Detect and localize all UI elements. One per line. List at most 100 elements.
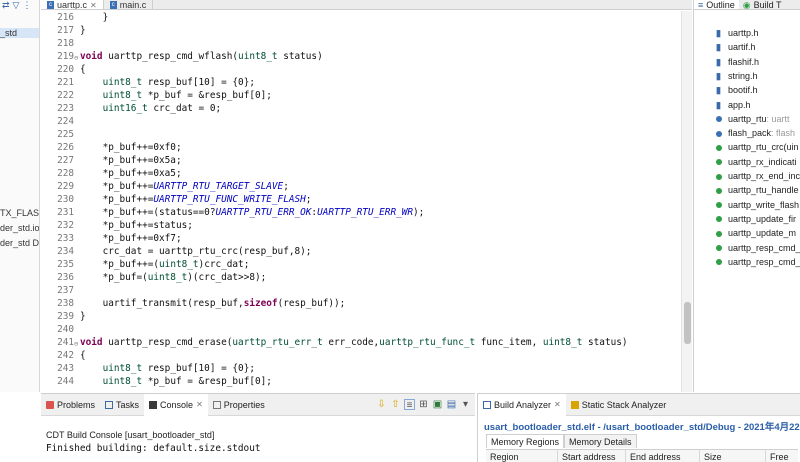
pin-icon[interactable]: ⊞	[418, 399, 429, 410]
tab-uarttp-c[interactable]: c uarttp.c ✕	[41, 0, 104, 10]
editor-scroll-thumb[interactable]	[684, 302, 691, 344]
code-text[interactable]: crc_dat = uarttp_rtu_crc(resp_buf,8);	[80, 245, 312, 258]
outline-item[interactable]: uarttp_rtu : uartt	[716, 113, 790, 126]
tab-problems[interactable]: Problems	[41, 394, 100, 416]
arrow-down-icon[interactable]: ⇩	[376, 399, 387, 410]
code-line[interactable]: 218	[41, 37, 681, 50]
outline-item[interactable]: uarttp_update_fir	[716, 213, 796, 226]
code-line[interactable]: 216 }	[41, 11, 681, 24]
code-line[interactable]: 229 *p_buf++=UARTTP_RTU_TARGET_SLAVE;	[41, 180, 681, 193]
code-text[interactable]: uint16_t crc_dat = 0;	[80, 102, 222, 115]
display-console-icon[interactable]: ▤	[446, 399, 457, 410]
outline-item[interactable]: uarttp_update_m	[716, 227, 796, 240]
scroll-lock-icon[interactable]: ≡	[404, 399, 415, 411]
explorer-item[interactable]: der_std De	[0, 238, 39, 248]
code-line[interactable]: 227 *p_buf++=0x5a;	[41, 154, 681, 167]
code-line[interactable]: 241 ⊖ void uarttp_resp_cmd_erase(uarttp_rt…	[41, 336, 681, 349]
code-line[interactable]: 232 *p_buf++=status;	[41, 219, 681, 232]
code-text[interactable]: }	[80, 11, 109, 24]
sync-icon[interactable]: ⇄	[2, 0, 10, 12]
code-editor[interactable]: 216 } 217} 218 219 ⊖ void uarttp_resp_cmd_wfl…	[41, 11, 681, 392]
tab-main-c[interactable]: c main.c	[104, 0, 154, 9]
outline-item[interactable]: uarttp_rx_indicati	[716, 156, 797, 169]
code-text[interactable]: }	[80, 24, 86, 37]
code-line[interactable]: 217}	[41, 24, 681, 37]
code-line[interactable]: 226 *p_buf++=0xf0;	[41, 141, 681, 154]
code-line[interactable]: 244 uint8_t *p_buf = &resp_buf[0];	[41, 375, 681, 388]
explorer-item[interactable]: der_std.ioc	[0, 223, 39, 233]
code-text[interactable]: *p_buf++=UARTTP_RTU_FUNC_WRITE_FLASH;	[80, 193, 312, 206]
outline-item[interactable]: ▮ app.h	[716, 99, 751, 112]
code-text[interactable]: *p_buf++=0xa5;	[80, 167, 182, 180]
column-header[interactable]: Region	[486, 450, 558, 462]
tab-outline[interactable]: ≡ Outline	[694, 0, 739, 9]
code-line[interactable]: 239}	[41, 310, 681, 323]
code-line[interactable]: 234 crc_dat = uarttp_rtu_crc(resp_buf,8)…	[41, 245, 681, 258]
editor-scrollbar[interactable]	[681, 11, 692, 392]
code-text[interactable]: *p_buf++=0xf0;	[80, 141, 182, 154]
outline-item[interactable]: uarttp_write_flash	[716, 199, 799, 212]
tab-static-stack-analyzer[interactable]: Static Stack Analyzer	[566, 394, 672, 416]
outline-item[interactable]: ▮ bootif.h	[716, 84, 758, 97]
outline-item[interactable]: uarttp_resp_cmd_	[716, 256, 800, 269]
column-header[interactable]: End address	[626, 450, 700, 462]
code-line[interactable]: 233 *p_buf++=0xf7;	[41, 232, 681, 245]
menu-icon[interactable]: ⋮	[22, 0, 31, 12]
code-text[interactable]: *p_buf++=status;	[80, 219, 193, 232]
code-line[interactable]: 223 uint16_t crc_dat = 0;	[41, 102, 681, 115]
close-icon[interactable]: ✕	[90, 1, 97, 10]
tab-properties[interactable]: Properties	[208, 394, 270, 416]
code-text[interactable]: uint8_t resp_buf[10] = {0};	[80, 76, 255, 89]
outline-item[interactable]: flash_pack : flash	[716, 127, 795, 140]
code-text[interactable]: uartif_transmit(resp_buf,sizeof(resp_buf…	[80, 297, 346, 310]
code-line[interactable]: 222 uint8_t *p_buf = &resp_buf[0];	[41, 89, 681, 102]
code-line[interactable]: 219 ⊖ void uarttp_resp_cmd_wflash(uint8_t …	[41, 50, 681, 63]
code-line[interactable]: 237	[41, 284, 681, 297]
explorer-item-selected[interactable]: _std	[0, 28, 39, 38]
code-line[interactable]: 224	[41, 115, 681, 128]
code-text[interactable]: *p_buf++=UARTTP_RTU_TARGET_SLAVE;	[80, 180, 289, 193]
close-icon[interactable]: ✕	[196, 400, 203, 409]
new-console-icon[interactable]: ▾	[460, 399, 471, 410]
code-line[interactable]: 240	[41, 323, 681, 336]
code-line[interactable]: 243 uint8_t resp_buf[10] = {0};	[41, 362, 681, 375]
code-text[interactable]: {	[80, 63, 86, 76]
outline-item[interactable]: ▮ uartif.h	[716, 41, 756, 54]
outline-item[interactable]: ▮ flashif.h	[716, 56, 759, 69]
code-text[interactable]: uint8_t resp_buf[10] = {0};	[80, 362, 255, 375]
code-text[interactable]: void uarttp_resp_cmd_wflash(uint8_t stat…	[80, 50, 323, 63]
code-text[interactable]: *p_buf=(uint8_t)(crc_dat>>8);	[80, 271, 267, 284]
code-text[interactable]: *p_buf++=0xf7;	[80, 232, 182, 245]
outline-item[interactable]: uarttp_rtu_handle	[716, 184, 799, 197]
outline-item[interactable]: uarttp_resp_cmd_	[716, 242, 800, 255]
code-text[interactable]: uint8_t *p_buf = &resp_buf[0];	[80, 375, 272, 388]
code-text[interactable]: void uarttp_resp_cmd_erase(uarttp_rtu_er…	[80, 336, 628, 349]
code-line[interactable]: 238 uartif_transmit(resp_buf,sizeof(resp…	[41, 297, 681, 310]
code-text[interactable]: *p_buf++=0x5a;	[80, 154, 182, 167]
column-header[interactable]: Free	[766, 450, 798, 462]
code-line[interactable]: 225	[41, 128, 681, 141]
tab-tasks[interactable]: Tasks	[100, 394, 144, 416]
code-line[interactable]: 221 uint8_t resp_buf[10] = {0};	[41, 76, 681, 89]
code-line[interactable]: 220 {	[41, 63, 681, 76]
tab-memory-details[interactable]: Memory Details	[564, 434, 637, 448]
arrow-up-icon[interactable]: ⇧	[390, 399, 401, 410]
code-line[interactable]: 231 *p_buf++=(status==0?UARTTP_RTU_ERR_O…	[41, 206, 681, 219]
column-header[interactable]: Start address	[558, 450, 626, 462]
outline-item[interactable]: ▮ uarttp.h	[716, 27, 759, 40]
code-line[interactable]: 236 *p_buf=(uint8_t)(crc_dat>>8);	[41, 271, 681, 284]
code-text[interactable]: *p_buf++=(uint8_t)crc_dat;	[80, 258, 250, 271]
column-header[interactable]: Size	[700, 450, 766, 462]
tab-build-targets[interactable]: ◉ Build T	[739, 0, 786, 9]
explorer-item[interactable]: TX_FLASH	[0, 208, 39, 218]
code-text[interactable]: uint8_t *p_buf = &resp_buf[0];	[80, 89, 272, 102]
open-console-icon[interactable]: ▣	[432, 399, 443, 410]
code-text[interactable]: {	[80, 349, 86, 362]
code-text[interactable]: *p_buf++=(status==0?UARTTP_RTU_ERR_OK:UA…	[80, 206, 425, 219]
filter-icon[interactable]: ▽	[13, 0, 20, 12]
tab-build-analyzer[interactable]: Build Analyzer ✕	[478, 394, 566, 416]
close-icon[interactable]: ✕	[554, 400, 561, 409]
outline-item[interactable]: ▮ string.h	[716, 70, 758, 83]
outline-item[interactable]: uarttp_rx_end_inc	[716, 170, 800, 183]
outline-item[interactable]: uarttp_rtu_crc(uin	[716, 141, 799, 154]
